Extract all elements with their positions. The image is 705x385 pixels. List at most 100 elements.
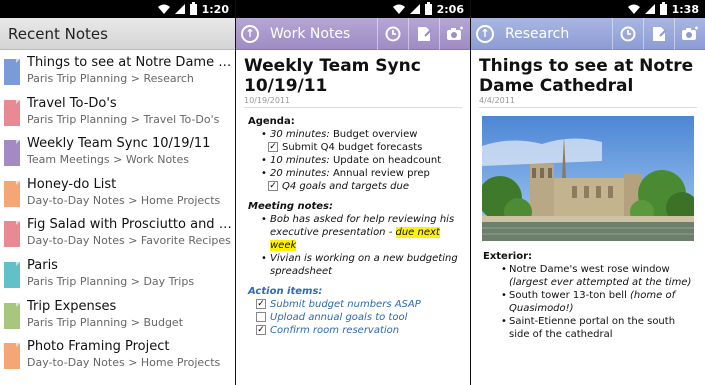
status-bar: 1:20 bbox=[0, 0, 235, 18]
camera-button[interactable] bbox=[439, 17, 470, 50]
up-arrow-icon: ↑ bbox=[241, 24, 259, 43]
checkbox[interactable]: ✓ bbox=[268, 181, 278, 191]
note-title: Weekly Team Sync 10/19/11 bbox=[244, 56, 421, 96]
clock-icon bbox=[620, 26, 636, 41]
note-title: Paris bbox=[27, 257, 58, 273]
meeting-note: Vivian is working on a new budgeting spr… bbox=[244, 252, 462, 278]
recent-notes-list: Things to see at Notre Dame Cat… Paris Tr… bbox=[0, 50, 235, 375]
signal-icon bbox=[174, 4, 185, 14]
note-page-icon bbox=[4, 261, 20, 288]
camera-icon bbox=[682, 26, 698, 40]
note-page-icon bbox=[4, 99, 20, 126]
signal-icon bbox=[644, 4, 655, 14]
signal-icon bbox=[409, 4, 420, 14]
exterior-item: South tower 13-ton bell (home of Quasimo… bbox=[479, 289, 697, 315]
note-title: Things to see at Notre Dame Cathedral bbox=[479, 56, 694, 96]
cathedral-photo[interactable] bbox=[482, 116, 694, 241]
note-date: 10/19/2011 bbox=[244, 96, 462, 108]
camera-icon bbox=[447, 26, 463, 40]
work-notes-screen: 2:06 ↑ Work Notes Weekly Team Sync 10/19… bbox=[236, 0, 470, 385]
recent-button[interactable] bbox=[612, 17, 643, 50]
status-bar: 1:38 bbox=[471, 0, 705, 18]
note-path: Paris Trip Planning > Research bbox=[27, 72, 194, 85]
battery-icon bbox=[659, 1, 667, 15]
new-note-button[interactable] bbox=[643, 17, 674, 50]
list-item[interactable]: Photo Framing Project Day-to-Day Notes > … bbox=[0, 334, 235, 375]
up-arrow-icon: ↑ bbox=[476, 24, 494, 43]
action-items-heading: Action items: bbox=[248, 286, 323, 297]
action-item: ✓ Confirm room reservation bbox=[256, 325, 400, 336]
action-bar: ↑ Research bbox=[471, 17, 705, 50]
exterior-heading: Exterior: bbox=[483, 251, 533, 262]
action-item: Upload annual goals to tool bbox=[244, 311, 462, 324]
clock: 1:20 bbox=[201, 2, 229, 16]
action-item: ✓ Submit budget numbers ASAP bbox=[256, 299, 421, 310]
list-item[interactable]: Honey-do List Day-to-Day Notes > Home Pro… bbox=[0, 172, 235, 213]
wifi-icon bbox=[392, 4, 405, 14]
note-title: Things to see at Notre Dame Cat… bbox=[27, 55, 233, 70]
new-note-icon bbox=[653, 26, 667, 41]
status-bar: 2:06 bbox=[236, 0, 470, 18]
note-title: Honey-do List bbox=[27, 176, 117, 192]
recent-notes-screen: 1:20 Recent Notes Things to see at Notre… bbox=[0, 0, 235, 385]
note-title: Weekly Team Sync 10/19/11 bbox=[27, 136, 211, 152]
meeting-notes-heading: Meeting notes: bbox=[248, 201, 333, 212]
checkbox[interactable]: ✓ bbox=[268, 142, 278, 152]
note-page-icon bbox=[4, 59, 20, 85]
clock: 1:38 bbox=[671, 2, 699, 16]
note-path: Paris Trip Planning > Day Trips bbox=[27, 274, 195, 288]
note-page-icon bbox=[4, 343, 20, 370]
note-page-icon bbox=[4, 221, 20, 248]
list-item[interactable]: Weekly Team Sync 10/19/11 Team Meetings >… bbox=[0, 131, 235, 172]
note-body[interactable]: Weekly Team Sync 10/19/11 10/19/2011 Age… bbox=[236, 50, 470, 337]
note-title: Travel To-Do's bbox=[27, 95, 117, 111]
recent-button[interactable] bbox=[377, 17, 408, 50]
list-item[interactable]: Paris Paris Trip Planning > Day Trips bbox=[0, 253, 235, 294]
note-path: Paris Trip Planning > Budget bbox=[27, 315, 184, 329]
note-body[interactable]: Things to see at Notre Dame Cathedral 4/… bbox=[471, 50, 705, 341]
agenda-item: 20 minutes: Annual review prep bbox=[244, 167, 462, 180]
section-title: Work Notes bbox=[270, 25, 351, 42]
agenda-item: 30 minutes: Budget overview bbox=[244, 128, 462, 141]
new-note-icon bbox=[418, 26, 432, 41]
checkbox[interactable] bbox=[256, 312, 266, 322]
note-title: Trip Expenses bbox=[27, 298, 117, 314]
agenda-heading: Agenda: bbox=[248, 116, 295, 127]
note-page-icon bbox=[4, 180, 20, 207]
checkbox[interactable]: ✓ bbox=[256, 325, 266, 335]
section-title: Research bbox=[505, 25, 570, 42]
clock: 2:06 bbox=[436, 2, 464, 16]
note-date: 4/4/2011 bbox=[479, 96, 697, 108]
agenda-task: ✓ Q4 goals and targets due bbox=[268, 181, 409, 192]
note-title: Photo Framing Project bbox=[27, 339, 170, 355]
wifi-icon bbox=[157, 4, 170, 14]
wifi-icon bbox=[627, 4, 640, 14]
list-item[interactable]: Trip Expenses Paris Trip Planning > Budge… bbox=[0, 294, 235, 335]
page-title: Recent Notes bbox=[0, 18, 235, 50]
clock-icon bbox=[385, 26, 401, 41]
action-bar: ↑ Work Notes bbox=[236, 17, 470, 50]
note-path: Paris Trip Planning > Travel To-Do's bbox=[27, 112, 220, 126]
up-button[interactable]: ↑ bbox=[236, 18, 264, 50]
note-path: Day-to-Day Notes > Favorite Recipes bbox=[27, 234, 231, 248]
new-note-button[interactable] bbox=[408, 17, 439, 50]
note-title: Fig Salad with Prosciutto and Wa… bbox=[27, 217, 233, 233]
camera-button[interactable] bbox=[674, 17, 705, 50]
list-item[interactable]: Travel To-Do's Paris Trip Planning > Trav… bbox=[0, 91, 235, 132]
list-item[interactable]: Things to see at Notre Dame Cat… Paris Tr… bbox=[0, 50, 235, 91]
note-path: Team Meetings > Work Notes bbox=[27, 153, 189, 167]
battery-icon bbox=[189, 1, 197, 15]
checkbox[interactable]: ✓ bbox=[256, 299, 266, 309]
up-button[interactable]: ↑ bbox=[471, 18, 499, 50]
note-page-icon bbox=[4, 140, 20, 167]
agenda-task: ✓ Submit Q4 budget forecasts bbox=[268, 142, 423, 153]
note-page-icon bbox=[4, 302, 20, 329]
research-screen: 1:38 ↑ Research Things to see at Notre D… bbox=[471, 0, 705, 385]
exterior-item: Saint-Etienne portal on the south side o… bbox=[479, 315, 697, 341]
note-path: Day-to-Day Notes > Home Projects bbox=[27, 193, 221, 207]
meeting-note: Bob has asked for help reviewing his exe… bbox=[244, 213, 462, 252]
note-path: Day-to-Day Notes > Home Projects bbox=[27, 356, 221, 370]
agenda-item: 10 minutes: Update on headcount bbox=[244, 154, 462, 167]
list-item[interactable]: Fig Salad with Prosciutto and Wa… Day-to-… bbox=[0, 212, 235, 253]
exterior-item: Notre Dame's west rose window(largest ev… bbox=[479, 263, 697, 289]
